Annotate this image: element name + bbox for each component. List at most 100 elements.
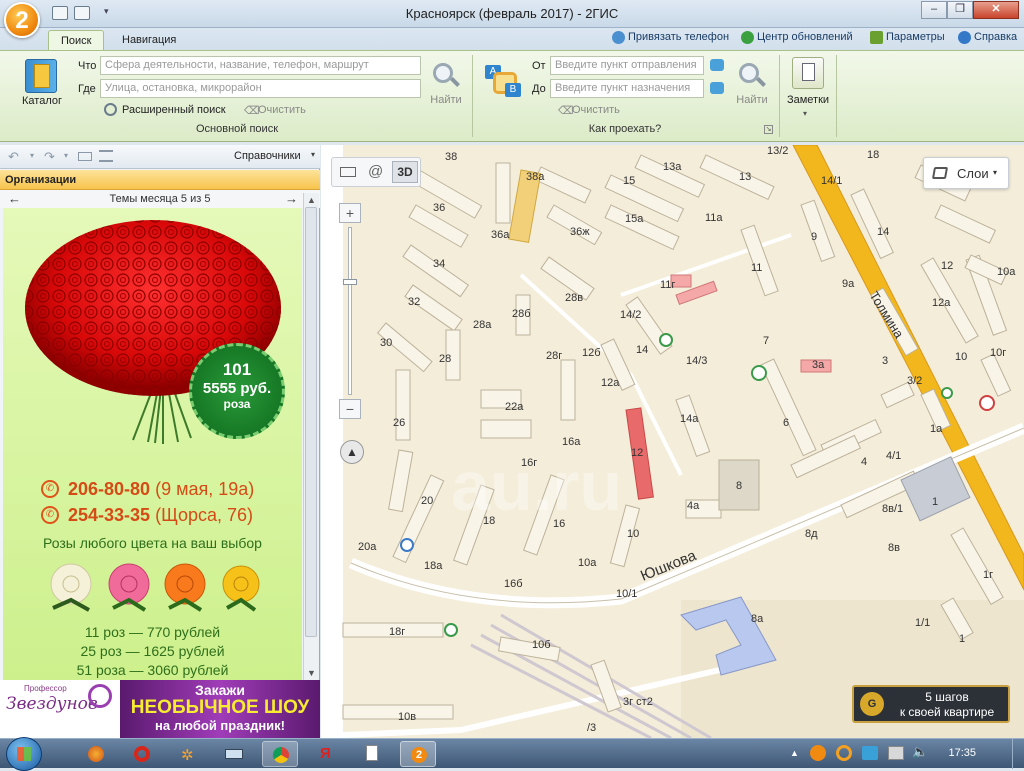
address-1: (9 мая, 19а) bbox=[155, 479, 255, 499]
link-updates[interactable]: Центр обновлений bbox=[741, 31, 853, 44]
group-caption-route: Как проехать? bbox=[588, 123, 662, 135]
show-banner-ad[interactable]: Профессор Звездунов Закажи НЕОБЫЧНОЕ ШОУ… bbox=[0, 680, 320, 738]
pick-from-on-map-icon[interactable] bbox=[710, 59, 724, 71]
map-canvas[interactable]: 38 38а 15 13а 13 13/2 14/1 18 36 36а 36ж… bbox=[321, 145, 1024, 738]
maximize-button[interactable]: ❐ bbox=[947, 1, 973, 19]
show-desktop-button[interactable] bbox=[1012, 739, 1024, 769]
zoom-slider[interactable] bbox=[348, 227, 352, 395]
promo-button[interactable]: G 5 шагов к своей квартире bbox=[852, 685, 1010, 723]
to-input[interactable]: Введите пункт назначения bbox=[550, 79, 704, 98]
map-label: 14/2 bbox=[620, 309, 641, 321]
link-settings[interactable]: Параметры bbox=[870, 31, 945, 44]
tab-navigation[interactable]: Навигация bbox=[110, 30, 188, 50]
poi-marker-icon[interactable] bbox=[941, 387, 953, 399]
poi-marker-icon[interactable] bbox=[659, 333, 673, 347]
spiral-icon[interactable]: @ bbox=[368, 163, 383, 180]
bus-stop-icon[interactable] bbox=[400, 538, 414, 552]
directories-dropdown[interactable]: Справочники bbox=[234, 150, 301, 162]
ribbon: Каталог Что Сфера деятельности, название… bbox=[0, 50, 1024, 142]
volume-icon[interactable]: 🔈 bbox=[912, 744, 928, 760]
route-dialog-launcher-icon[interactable]: ↘ bbox=[764, 125, 773, 134]
minimize-button[interactable]: – bbox=[921, 1, 947, 19]
phone-line-1[interactable]: 206-80-80 (9 мая, 19а) bbox=[68, 479, 254, 500]
zoom-in-button[interactable]: + bbox=[339, 203, 361, 223]
hospital-icon[interactable] bbox=[979, 395, 995, 411]
price-item: 51 роза — 3060 рублей bbox=[76, 662, 229, 678]
layers-button[interactable]: Слои ▾ bbox=[923, 157, 1009, 189]
where-input[interactable]: Улица, остановка, микрорайон bbox=[100, 79, 421, 98]
clock[interactable]: 17:35 bbox=[948, 747, 976, 759]
map-label: 18г bbox=[389, 626, 405, 638]
start-button[interactable] bbox=[6, 737, 42, 771]
compass-icon[interactable]: ▲ bbox=[340, 440, 364, 464]
scroll-down-icon[interactable]: ▼ bbox=[307, 668, 316, 678]
next-theme-arrow-icon[interactable]: → bbox=[285, 190, 298, 208]
taskbar-file[interactable] bbox=[354, 741, 390, 767]
route-clear-button[interactable]: Очистить bbox=[572, 104, 620, 116]
map-label: 9а bbox=[842, 278, 855, 290]
poi-marker-icon[interactable] bbox=[751, 365, 767, 381]
from-input[interactable]: Введите пункт отправления bbox=[550, 56, 704, 75]
zoom-slider-thumb[interactable] bbox=[343, 279, 357, 285]
taskbar-2gis[interactable]: 2 bbox=[400, 741, 436, 767]
ribbon-separator bbox=[836, 55, 837, 137]
tray-app-icon[interactable] bbox=[836, 745, 852, 761]
city-map[interactable]: 38 38а 15 13а 13 13/2 14/1 18 36 36а 36ж… bbox=[321, 145, 1024, 738]
what-input[interactable]: Сфера деятельности, название, телефон, м… bbox=[100, 56, 421, 75]
back-arrow-icon[interactable]: ↶ bbox=[8, 149, 19, 165]
taskbar-chrome[interactable] bbox=[262, 741, 298, 767]
pick-to-on-map-icon[interactable] bbox=[710, 82, 724, 94]
close-button[interactable]: ✕ bbox=[973, 1, 1019, 19]
catalog-icon[interactable] bbox=[25, 59, 57, 93]
map-label: 3/2 bbox=[907, 375, 922, 387]
tray-flag-icon[interactable] bbox=[888, 746, 904, 760]
map-label: 9 bbox=[811, 231, 817, 243]
ruler-icon[interactable] bbox=[340, 167, 356, 177]
taskbar-yandex[interactable]: Я bbox=[308, 741, 344, 767]
tray-monitor-icon[interactable] bbox=[862, 746, 878, 760]
find-button[interactable]: Найти bbox=[425, 94, 467, 106]
map-label: 38а bbox=[526, 171, 545, 183]
view-3d-button[interactable]: 3D bbox=[392, 161, 418, 183]
forward-history-icon[interactable]: ▾ bbox=[64, 151, 68, 160]
prev-theme-arrow-icon[interactable]: ← bbox=[8, 190, 21, 208]
back-history-icon[interactable]: ▾ bbox=[30, 151, 34, 160]
route-find-button[interactable]: Найти bbox=[731, 94, 773, 106]
address-2: (Щорса, 76) bbox=[155, 505, 254, 525]
catalog-button[interactable]: Каталог bbox=[14, 95, 70, 107]
notes-dropdown-icon[interactable]: ▾ bbox=[803, 109, 807, 118]
notes-button[interactable]: Заметки bbox=[782, 94, 834, 106]
scrollbar-thumb[interactable] bbox=[305, 207, 317, 637]
flower-advertisement[interactable]: 101 5555 руб. роза ✆ 206-80-80 (9 мая, 1… bbox=[3, 208, 302, 680]
route-icon[interactable]: A B bbox=[485, 65, 525, 105]
zoom-out-button[interactable]: − bbox=[339, 399, 361, 419]
clear-search-button[interactable]: Очистить bbox=[258, 104, 306, 116]
poi-marker-icon[interactable] bbox=[444, 623, 458, 637]
left-panel-scrollbar[interactable]: ▲ ▼ bbox=[303, 193, 319, 680]
link-phone[interactable]: Привязать телефон bbox=[612, 31, 729, 44]
route-search-icon[interactable] bbox=[737, 61, 767, 91]
scroll-up-icon[interactable]: ▲ bbox=[307, 195, 316, 205]
taskbar-opera[interactable] bbox=[124, 741, 160, 767]
search-icon[interactable] bbox=[431, 61, 461, 91]
tray-2gis-icon[interactable] bbox=[810, 745, 826, 761]
forward-arrow-icon[interactable]: ↷ bbox=[44, 149, 55, 165]
notes-icon[interactable] bbox=[792, 57, 824, 89]
badge-item: роза bbox=[223, 397, 251, 411]
banner-slogan: Закажи НЕОБЫЧНОЕ ШОУ на любой праздник! bbox=[120, 680, 320, 738]
map-label: 18а bbox=[424, 560, 443, 572]
taskbar-firefox[interactable] bbox=[78, 741, 114, 767]
route-b-marker: B bbox=[505, 83, 521, 97]
list-view-icon[interactable] bbox=[78, 152, 92, 161]
tray-expand-icon[interactable]: ▲ bbox=[790, 748, 799, 758]
detail-view-icon[interactable] bbox=[99, 150, 113, 162]
taskbar-pinwheel[interactable]: ✲ bbox=[170, 741, 206, 767]
phone-line-2[interactable]: 254-33-35 (Щорса, 76) bbox=[68, 505, 253, 526]
advanced-search-link[interactable]: Расширенный поиск bbox=[122, 104, 226, 116]
link-help[interactable]: Справка bbox=[958, 31, 1017, 44]
taskbar-keyboard[interactable] bbox=[216, 741, 252, 767]
tab-search[interactable]: Поиск bbox=[48, 30, 105, 50]
app-logo[interactable]: 2 bbox=[4, 2, 40, 38]
directories-chevron-down-icon[interactable]: ▾ bbox=[311, 150, 315, 159]
where-label: Где bbox=[78, 83, 96, 95]
